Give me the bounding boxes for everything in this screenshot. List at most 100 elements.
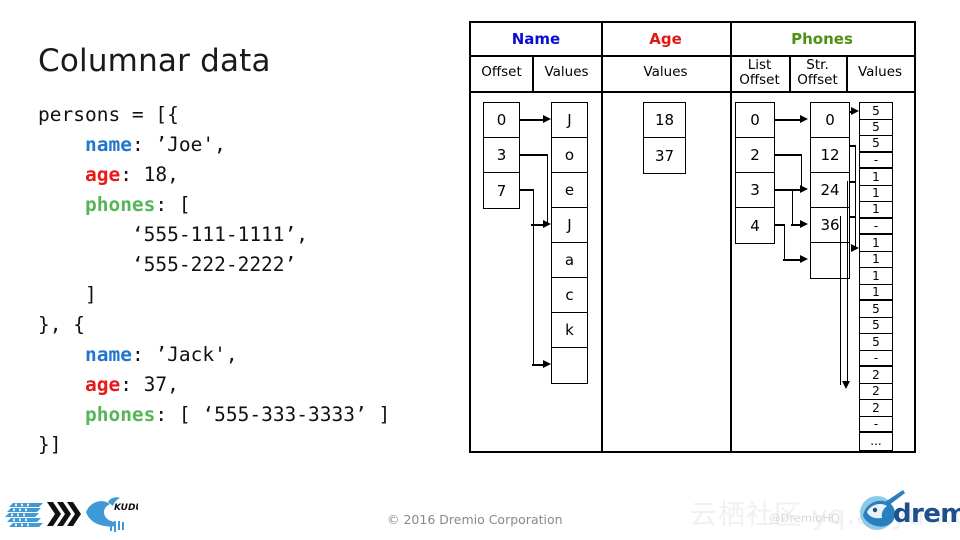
code-key: name [84,133,132,156]
code-key: age [84,373,121,396]
code-text: : ’Jack', [131,343,238,366]
code-text: ‘555-222-2222’ [38,253,297,276]
phones-value-cell: 1 [860,185,892,202]
phones-arrow-0 [800,115,808,123]
code-text: : [ [155,193,191,216]
str-arrow-0 [851,107,859,115]
code-line: phones: [ ‘555-333-3333’ ] [38,400,390,430]
str-connector-1v [854,145,857,248]
subheader-phones-values: Values [857,64,903,80]
phones-value-cell: 1 [860,169,892,186]
phones-str-offset-stack: 0 12 24 36 [810,102,850,279]
code-key: phones [84,403,156,426]
code-line: ‘555-111-1111’, [38,220,390,250]
phones-list-offset-cell: 0 [736,103,774,138]
phones-value-cell: - [860,152,892,169]
str-connector-2v [846,181,849,385]
name-value-cell: J [552,103,587,138]
phones-value-cell: 2 [860,367,892,384]
subheader-phones-list-offset: List Offset [739,57,780,88]
phones-value-cell: 1 [860,235,892,252]
phones-value-cell: 5 [860,119,892,136]
code-line: ] [38,280,390,310]
phones-connector-2a [775,189,793,191]
name-value-cell: k [552,313,587,348]
group-header-age: Age [649,30,682,48]
code-text: : ’Joe', [131,133,226,156]
name-offset-cell: 3 [484,138,519,173]
str-connector-3v [839,216,842,385]
name-value-cell: a [552,243,587,278]
name-value-cell: e [552,173,587,208]
str-connector-2h [850,181,856,183]
name-offset-stack: 037 [483,102,520,209]
chevrons-icon [47,502,81,526]
name-value-cell: c [552,278,587,313]
copyright-text: © 2016 Dremio Corporation [387,512,563,527]
name-offset-cell: 0 [484,103,519,138]
phones-value-cell: 5 [860,301,892,318]
phones-value-cell: 1 [860,284,892,301]
code-text: ‘555-111-1111’, [38,223,309,246]
name-arrow-2 [543,360,551,368]
phones-str-offset-cell: 24 [811,173,849,208]
str-arrow-1 [851,244,859,252]
phones-value-cell: 1 [860,268,892,285]
phones-list-offset-cell: 3 [736,173,774,208]
name-connector-2b [532,189,535,365]
code-text: : 18, [120,163,179,186]
parquet-logo-icon [5,503,43,527]
phones-value-cell: 1 [860,251,892,268]
phones-value-cell: - [860,218,892,235]
phones-arrow-1 [800,185,808,193]
str-connector-3h [850,216,856,218]
code-line: ‘555-222-2222’ [38,250,390,280]
code-line: phones: [ [38,190,390,220]
str-arrow-2 [842,381,850,389]
code-line: age: 37, [38,370,390,400]
phones-arrow-3 [800,255,808,263]
subheader-phones-str-offset: Str. Offset [797,57,838,88]
kudu-logo-icon: KUDU [86,497,138,532]
code-key: name [84,343,132,366]
code-text: }] [38,433,62,456]
code-line: }] [38,430,390,460]
name-connector-1b [546,154,549,225]
phones-value-cell: - [860,350,892,367]
code-text: persons = [{ [38,103,179,126]
code-line: name: ’Joe', [38,130,390,160]
str-connector-1h [850,145,856,147]
phones-list-offset-cell: 4 [736,208,774,243]
svg-text:KUDU: KUDU [114,503,138,513]
phones-connector-0 [775,119,801,121]
code-line: persons = [{ [38,100,390,130]
name-value-cell [552,348,587,383]
age-value-cell: 18 [644,103,685,138]
group-header-name: Name [511,30,561,48]
group-header-phones: Phones [791,30,853,48]
social-handle: @DremioHQ [769,511,841,525]
age-values-stack: 18 37 [643,102,686,174]
phones-list-offset-stack: 0234 [735,102,775,244]
phones-connector-1a [775,154,802,156]
subheader-name-offset: Offset [481,64,522,80]
phones-value-cell: 5 [860,103,892,120]
code-line: age: 18, [38,160,390,190]
name-arrow-0 [543,115,551,123]
code-sample: persons = [{ name: ’Joe', age: 18, phone… [38,100,390,460]
phones-value-cell: 5 [860,136,892,153]
column-divider-age-phones [730,23,732,451]
column-divider-name-age [601,23,603,451]
phones-str-offset-cell: 36 [811,208,849,243]
code-key: age [84,163,121,186]
phones-arrow-2 [800,220,808,228]
phones-str-offset-cell [811,243,849,278]
code-line: name: ’Jack', [38,340,390,370]
code-text: : 37, [120,373,179,396]
phones-value-cell: 2 [860,400,892,417]
